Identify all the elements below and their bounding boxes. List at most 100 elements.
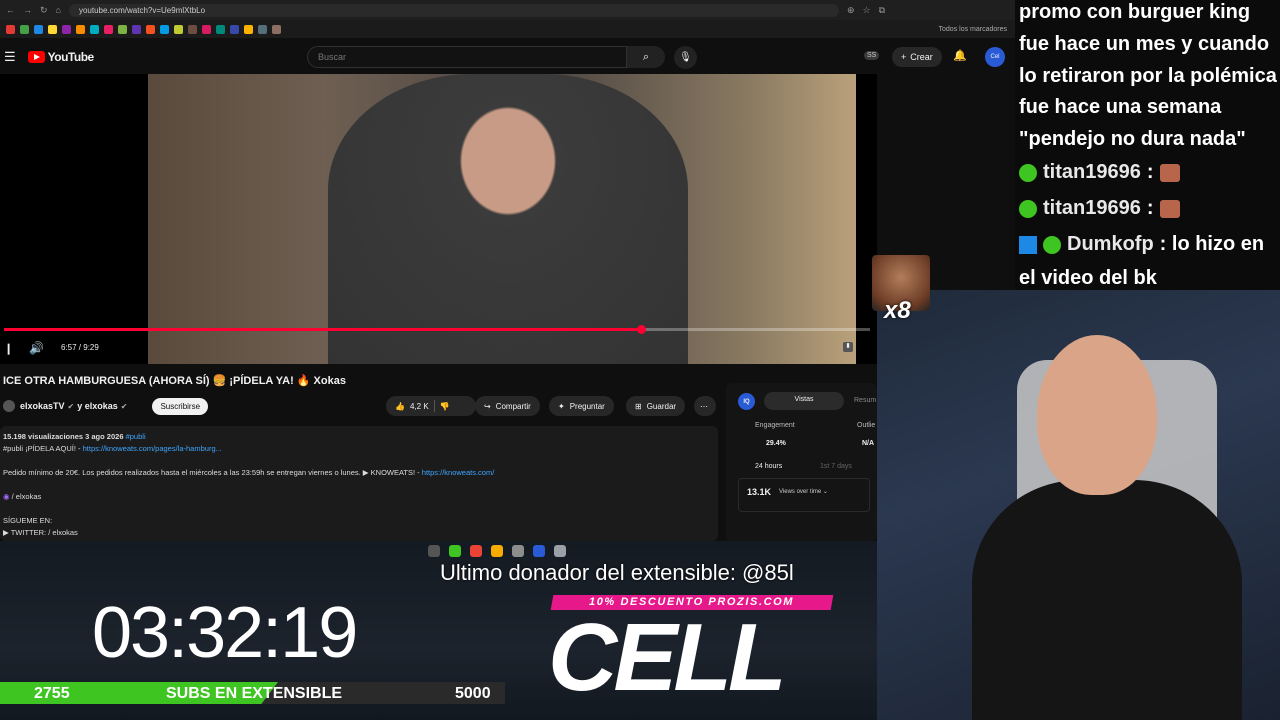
- taskbar-app-icon[interactable]: [512, 545, 524, 557]
- chat-username[interactable]: titan19696: [1043, 161, 1141, 184]
- video-description[interactable]: 15.198 visualizaciones 3 ago 2026 #publi…: [0, 426, 718, 541]
- bookmark-icon[interactable]: [272, 24, 281, 34]
- tab-summary[interactable]: Resum: [854, 397, 876, 404]
- knoweats-product-link[interactable]: https://knoweats.com/pages/la-hamburg...: [83, 444, 222, 453]
- bookmark-icon[interactable]: [132, 24, 141, 34]
- bookmark-icon[interactable]: [174, 24, 183, 34]
- volume-icon[interactable]: 🔊: [29, 341, 44, 355]
- bookmark-icon[interactable]: [90, 24, 99, 34]
- bookmark-icon[interactable]: [230, 24, 239, 34]
- more-actions-button[interactable]: ⋯: [694, 396, 716, 416]
- last-donor-text: Ultimo donador del extensible: @85l: [440, 560, 794, 585]
- miniplayer-icon[interactable]: ▮: [843, 342, 853, 352]
- verified-icon: ✔: [120, 401, 128, 411]
- notifications-bell-icon[interactable]: 🔔: [953, 49, 967, 62]
- chat-text: : lo hizo en: [1159, 233, 1265, 255]
- bookmark-icon[interactable]: [202, 24, 211, 34]
- taskbar-app-icon[interactable]: [554, 545, 566, 557]
- pause-icon[interactable]: ❙: [4, 342, 13, 355]
- taskbar-app-icon[interactable]: [428, 545, 440, 557]
- prime-badge-icon: [1019, 235, 1037, 254]
- subscribe-button[interactable]: Suscribirse: [152, 397, 209, 415]
- menu-icon[interactable]: ☰: [4, 49, 16, 65]
- video-frame: [148, 74, 856, 364]
- bookmarks-bar: Todos los marcadores: [0, 20, 1015, 38]
- description-line-5[interactable]: ▶ TWITTER: / elxokas: [3, 528, 78, 537]
- bookmark-icon[interactable]: [258, 24, 267, 34]
- sub-badge-icon: [1043, 235, 1061, 254]
- channel-name[interactable]: elxokasTV: [20, 401, 65, 411]
- dislike-icon[interactable]: 👎: [440, 402, 450, 411]
- youtube-logo[interactable]: YouTube: [27, 50, 94, 64]
- views-over-time-dropdown[interactable]: Views over time ⌄: [779, 488, 828, 495]
- taskbar-app-icon[interactable]: [470, 545, 482, 557]
- bookmark-icon[interactable]: [216, 24, 225, 34]
- taskbar-app-icon[interactable]: [449, 545, 461, 557]
- progress-bar[interactable]: [4, 325, 870, 334]
- tab-views[interactable]: Vistas: [764, 392, 844, 410]
- sub-badge-icon: [1019, 163, 1037, 182]
- chat-username[interactable]: Dumkofp: [1067, 233, 1154, 256]
- bookmark-icon[interactable]: [188, 24, 197, 34]
- instagram-icon: ◉: [3, 492, 10, 501]
- bookmark-icon[interactable]: [62, 24, 71, 34]
- address-bar[interactable]: youtube.com/watch?v=Ue9mlXtbLo: [68, 3, 839, 17]
- bookmark-icon[interactable]: [118, 24, 127, 34]
- channel-avatar[interactable]: [3, 400, 15, 412]
- channel-joint[interactable]: y elxokas: [77, 401, 118, 411]
- stream-chat: promo con burguer king fue hace un mes y…: [1015, 0, 1280, 290]
- range-7d[interactable]: 1st 7 days: [820, 463, 852, 470]
- all-bookmarks-folder[interactable]: Todos los marcadores: [939, 26, 1007, 33]
- bookmark-icon[interactable]: [104, 24, 113, 34]
- video-title: ICE OTRA HAMBURGUESA (AHORA SÍ) 🍔 ¡PÍDEL…: [3, 375, 346, 387]
- more-icon: ⋯: [700, 401, 708, 411]
- save-button[interactable]: ⊞ Guardar: [626, 396, 686, 416]
- bookmark-icon[interactable]: [6, 24, 15, 34]
- progress-scrubber[interactable]: [637, 325, 646, 334]
- like-icon[interactable]: 👍: [395, 402, 405, 411]
- ask-button[interactable]: ✦ Preguntar: [549, 396, 614, 416]
- description-line-1-text: #publi ¡PÍDELA AQUÍ! -: [3, 444, 83, 453]
- bookmark-icon[interactable]: [160, 24, 169, 34]
- share-button[interactable]: ↪ Compartir: [475, 396, 540, 416]
- like-count[interactable]: 4,2 K: [410, 402, 429, 411]
- account-avatar[interactable]: Cel: [985, 47, 1005, 67]
- back-icon[interactable]: ←: [6, 5, 15, 15]
- bookmark-star-icon[interactable]: ☆: [863, 5, 871, 16]
- create-button[interactable]: + Crear: [892, 47, 942, 67]
- taskbar-app-icon[interactable]: [533, 545, 545, 557]
- voice-search-button[interactable]: 🎙: [674, 46, 697, 69]
- range-24h[interactable]: 24 hours: [755, 463, 782, 470]
- instagram-handle[interactable]: / elxokas: [12, 492, 42, 501]
- webcam-feed: [877, 290, 1280, 720]
- ss-badge[interactable]: SS: [864, 51, 880, 60]
- chat-message-line: fue hace un mes y cuando: [1019, 33, 1270, 55]
- home-icon[interactable]: ⌂: [56, 5, 61, 15]
- bookmark-icon[interactable]: [76, 24, 85, 34]
- bookmark-icon[interactable]: [20, 24, 29, 34]
- views-count: 13.1K: [747, 487, 772, 497]
- knoweats-home-link[interactable]: https://knoweats.com/: [422, 468, 495, 477]
- bookmark-icon[interactable]: [34, 24, 43, 34]
- save-label: Guardar: [646, 401, 677, 411]
- taskbar-app-icon[interactable]: [491, 545, 503, 557]
- subs-goal-label: SUBS EN EXTENSIBLE: [166, 685, 343, 702]
- search-icon: ⌕: [642, 50, 650, 63]
- bookmark-icon[interactable]: [146, 24, 155, 34]
- stream-screen: ← → ↻ ⌂ youtube.com/watch?v=Ue9mlXtbLo ⊕…: [0, 0, 1280, 720]
- bookmark-icon[interactable]: [48, 24, 57, 34]
- hashtag-link[interactable]: #publi: [126, 432, 146, 441]
- description-line-2: Pedido mínimo de 20€. Los pedidos realiz…: [3, 468, 494, 477]
- video-player[interactable]: ❙ 🔊 6:57 / 9:29 ▮: [0, 74, 877, 364]
- chat-username[interactable]: titan19696: [1043, 197, 1141, 220]
- forward-icon[interactable]: →: [23, 5, 32, 15]
- description-line-2-text: Pedido mínimo de 20€. Los pedidos realiz…: [3, 468, 422, 477]
- reload-icon[interactable]: ↻: [40, 5, 48, 16]
- zoom-icon[interactable]: ⊕: [847, 5, 855, 16]
- chat-message-line: lo retiraron por la polémica: [1019, 65, 1277, 87]
- bookmark-icon[interactable]: [244, 24, 253, 34]
- search-input[interactable]: Buscar: [307, 46, 627, 68]
- subs-goal-target: 5000: [455, 685, 491, 702]
- search-button[interactable]: ⌕: [627, 46, 665, 68]
- extensions-icon[interactable]: ⧉: [879, 5, 885, 16]
